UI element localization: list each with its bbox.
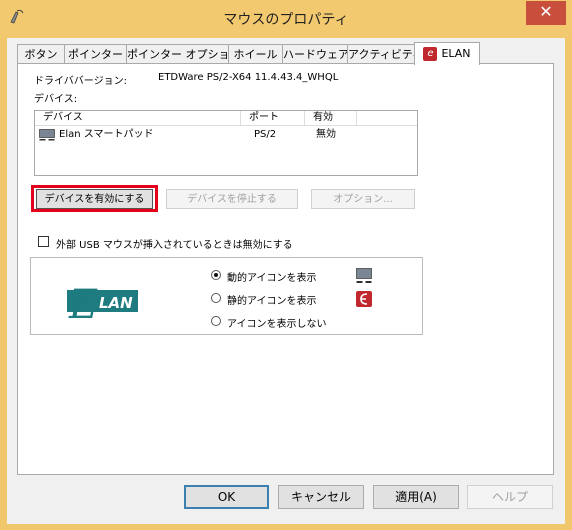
device-enabled-cell: 無効 (316, 129, 336, 140)
device-list[interactable]: デバイス ポート 有効 Elan スマートパッド PS/2 無効 (34, 110, 418, 176)
usb-disable-label: 外部 USB マウスが挿入されているときは無効にする (56, 240, 293, 251)
driver-version-label: ドライババージョン: (34, 76, 127, 87)
tab-pointers[interactable]: ポインター (64, 44, 127, 63)
table-row[interactable]: Elan スマートパッド PS/2 無効 (35, 127, 417, 143)
cancel-button[interactable]: キャンセル (278, 485, 364, 509)
radio-no-icon[interactable] (211, 316, 221, 326)
options-button[interactable]: オプション... (311, 189, 415, 209)
column-enabled[interactable]: 有効 (305, 111, 357, 125)
tab-elan[interactable]: e ELAN (414, 42, 480, 65)
enable-device-button[interactable]: デバイスを有効にする (36, 189, 153, 209)
elan-red-icon (356, 291, 372, 307)
tab-label: ポインター オプション (127, 48, 241, 61)
ok-button[interactable]: OK (184, 485, 269, 509)
tab-label: ボタン (24, 48, 58, 61)
driver-version-value: ETDWare PS/2-X64 11.4.43.4_WHQL (158, 72, 339, 83)
column-port[interactable]: ポート (241, 111, 305, 125)
touchpad-icon (356, 268, 372, 283)
close-button[interactable]: ✕ (526, 1, 566, 25)
radio-dynamic-icon[interactable] (211, 270, 221, 280)
elan-tab-icon: e (423, 47, 438, 61)
tab-hardware[interactable]: ハードウェア (282, 44, 349, 63)
radio-no-icon-label: アイコンを表示しない (227, 319, 327, 330)
elan-logo-graphic: E LAN (67, 282, 138, 328)
svg-text:LAN: LAN (99, 294, 133, 312)
tab-wheel[interactable]: ホイール (228, 44, 283, 63)
device-port-cell: PS/2 (254, 129, 277, 140)
window-title: マウスのプロパティ (223, 12, 349, 28)
tab-label: ホイール (233, 48, 278, 61)
tab-buttons[interactable]: ボタン (17, 44, 65, 63)
touchpad-icon (39, 129, 55, 141)
svg-text:E: E (68, 282, 98, 328)
device-name-cell: Elan スマートパッド (59, 129, 154, 140)
tab-activity[interactable]: アクティビティ (347, 44, 423, 63)
title-bar: マウスのプロパティ ✕ (0, 0, 572, 38)
tab-label: ハードウェア (283, 48, 349, 61)
usb-disable-checkbox[interactable] (38, 236, 49, 247)
disable-device-button[interactable]: デバイスを停止する (166, 189, 298, 209)
elan-logo: E LAN (63, 276, 140, 329)
radio-static-label: 静的アイコンを表示 (227, 296, 317, 307)
tab-pointer-options[interactable]: ポインター オプション (126, 44, 241, 63)
column-device[interactable]: デバイス (35, 111, 241, 125)
help-button[interactable]: ヘルプ (467, 485, 553, 509)
tab-label: ELAN (441, 47, 471, 60)
apply-button[interactable]: 適用(A) (373, 485, 459, 509)
radio-dynamic-label: 動的アイコンを表示 (227, 273, 317, 284)
tab-label: ポインター (68, 48, 123, 61)
devices-label: デバイス: (34, 94, 78, 105)
tab-label: アクティビティ (348, 48, 424, 61)
radio-static-icon[interactable] (211, 293, 221, 303)
device-list-header: デバイス ポート 有効 (35, 111, 417, 126)
